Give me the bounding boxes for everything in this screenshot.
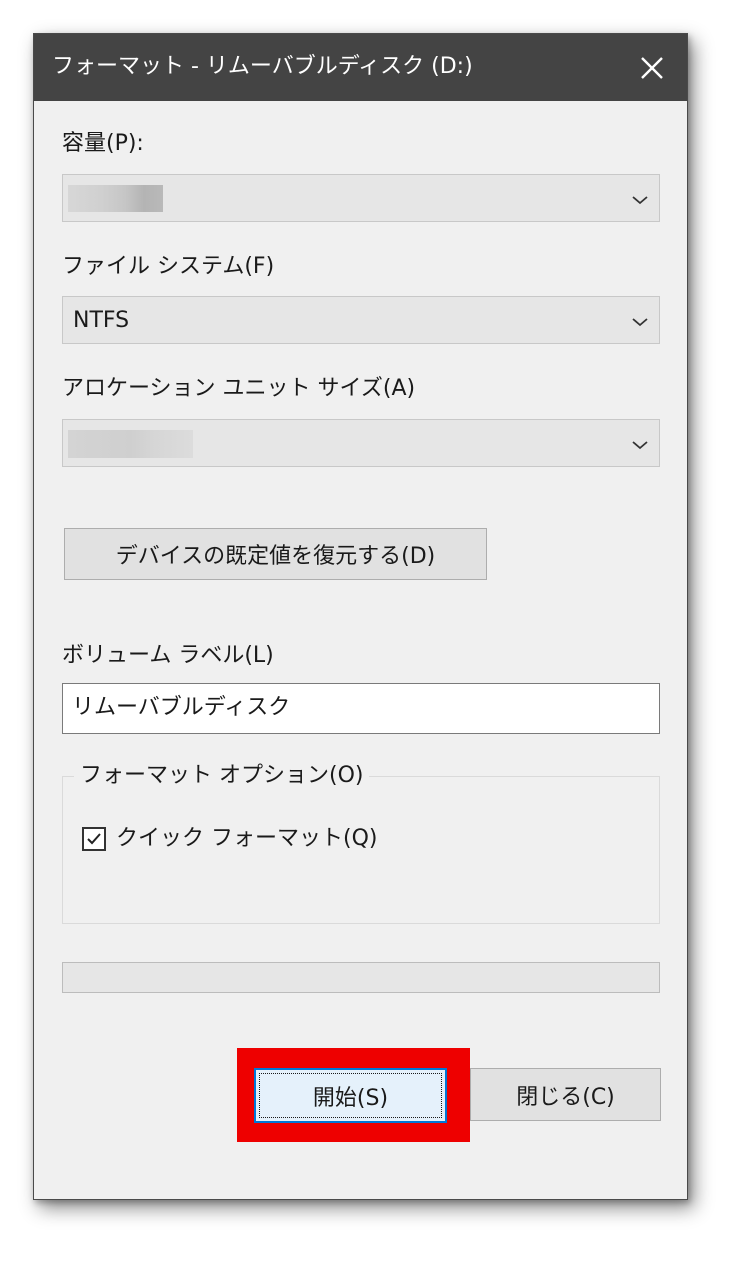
file-system-dropdown[interactable]: NTFS [62,296,660,344]
volume-label-value: リムーバブルディスク [72,695,291,720]
volume-label-label: ボリューム ラベル(L) [62,643,274,668]
title-bar[interactable]: フォーマット - リムーバブルディスク (D:) [34,34,687,101]
allocation-unit-dropdown[interactable] [62,419,660,467]
file-system-value: NTFS [73,308,130,333]
quick-format-checkbox[interactable] [82,827,106,851]
capacity-label: 容量(P): [62,131,144,156]
close-window-button[interactable] [617,34,687,101]
window-title: フォーマット - リムーバブルディスク (D:) [52,54,473,79]
format-dialog: フォーマット - リムーバブルディスク (D:) 容量(P): ファイル システ… [33,33,688,1200]
allocation-unit-label: アロケーション ユニット サイズ(A) [62,376,416,401]
start-button[interactable]: 開始(S) [254,1068,447,1123]
start-button-label: 開始(S) [312,1085,389,1111]
capacity-value-redacted [68,185,163,212]
close-button[interactable]: 閉じる(C) [470,1068,661,1121]
chevron-down-icon [631,313,649,332]
volume-label-input[interactable]: リムーバブルディスク [62,683,660,734]
restore-defaults-button[interactable]: デバイスの既定値を復元する(D) [64,528,487,580]
capacity-dropdown[interactable] [62,174,660,222]
chevron-down-icon [631,436,649,455]
format-options-legend: フォーマット オプション(O) [74,761,370,791]
close-icon [640,56,664,80]
format-progress-bar [62,962,660,993]
quick-format-label[interactable]: クイック フォーマット(Q) [116,824,377,854]
chevron-down-icon [631,191,649,210]
allocation-unit-value-redacted [68,430,193,458]
file-system-label: ファイル システム(F) [62,254,275,279]
